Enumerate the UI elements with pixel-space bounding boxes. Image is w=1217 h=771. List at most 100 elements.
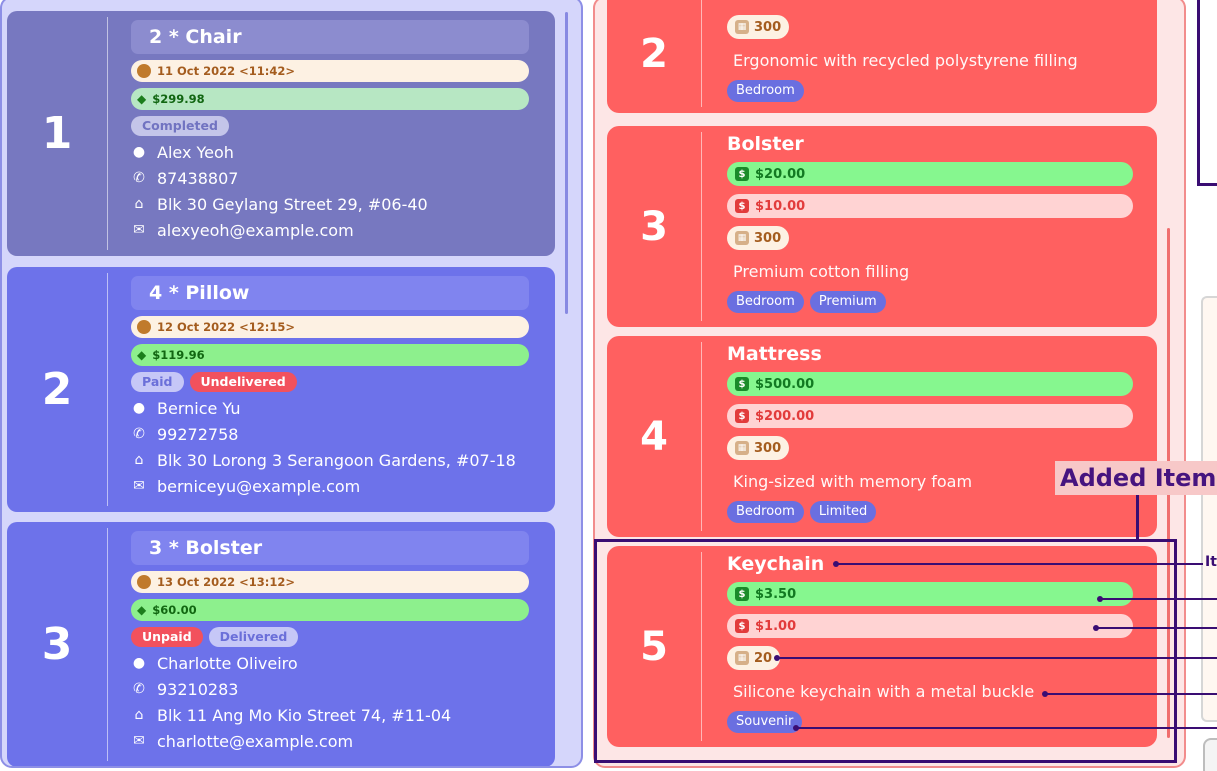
item-index: 3 [640, 203, 668, 250]
item-divider [701, 342, 702, 531]
order-price: ◆ $299.98 [131, 88, 529, 110]
price-tag-icon: ◆ [137, 348, 147, 362]
order-index: 1 [41, 108, 73, 159]
price-tag-icon: ◆ [137, 603, 147, 617]
customer-address: ⌂ Blk 30 Geylang Street 29, #06-40 [131, 194, 529, 214]
item-body: Bolster $ $20.00 $ $10.00 ▦ 300 Premium … [727, 132, 1133, 313]
annotation-line-quantity [777, 657, 1217, 659]
item-card[interactable]: 2 ▦ 300 Ergonomic with recycled polystyr… [607, 0, 1157, 113]
annotation-line-sell [1100, 598, 1217, 600]
order-body: 3 * Bolster 13 Oct 2022 <13:12> ◆ $60.00… [131, 531, 529, 751]
quantity-icon: ▦ [735, 231, 749, 245]
email-icon: ✉ [133, 478, 145, 494]
item-sell-price: $ $20.00 [727, 162, 1133, 186]
item-tag: Limited [809, 501, 877, 523]
customer-email: ✉ charlotte@example.com [131, 731, 529, 751]
order-divider [107, 528, 108, 761]
order-index: 3 [41, 619, 73, 670]
customer-phone: ✆ 99272758 [131, 424, 529, 444]
item-tag: Bedroom [727, 291, 804, 313]
added-item-highlight [594, 539, 1177, 763]
item-sell-price-text: $500.00 [755, 376, 815, 392]
phone-icon: ✆ [133, 170, 145, 186]
quantity-icon: ▦ [735, 20, 749, 34]
order-price: ◆ $60.00 [131, 599, 529, 621]
order-index: 2 [41, 364, 73, 415]
added-item-label: Added Item [1055, 461, 1217, 495]
order-title: 3 * Bolster [131, 531, 529, 565]
annotation-dot [1093, 625, 1099, 631]
item-quantity: ▦ 300 [727, 436, 790, 460]
person-icon: ● [132, 400, 146, 416]
customer-address: ⌂ Blk 11 Ang Mo Kio Street 74, #11-04 [131, 705, 529, 725]
customer-name-text: Bernice Yu [157, 398, 241, 418]
right-panel-button[interactable] [1203, 738, 1217, 771]
home-icon: ⌂ [134, 707, 144, 723]
order-price-text: $60.00 [152, 603, 197, 617]
customer-email: ✉ berniceyu@example.com [131, 476, 529, 496]
sell-price-icon: $ [735, 377, 749, 391]
customer-address: ⌂ Blk 30 Lorong 3 Serangoon Gardens, #07… [131, 450, 529, 470]
price-tag-icon: ◆ [137, 92, 147, 106]
item-cost-price: $ $200.00 [727, 404, 1133, 428]
customer-name: ● Bernice Yu [131, 398, 529, 418]
order-list-panel: 1 2 * Chair 11 Oct 2022 <11:42> ◆ $299.9… [0, 0, 583, 768]
item-description: Premium cotton filling [733, 262, 910, 281]
order-price-text: $299.98 [152, 92, 205, 106]
order-price-text: $119.96 [152, 348, 205, 362]
order-divider [107, 17, 108, 250]
item-quantity-text: 300 [754, 440, 782, 456]
cost-price-icon: $ [735, 199, 749, 213]
home-icon: ⌂ [134, 452, 144, 468]
item-cost-price: $ $10.00 [727, 194, 1133, 218]
status-badge-delivered: Delivered [208, 627, 299, 647]
clock-icon [137, 320, 151, 334]
customer-email: ✉ alexyeoh@example.com [131, 220, 529, 240]
annotation-line-cost [1096, 627, 1217, 629]
item-index: 4 [640, 413, 668, 460]
phone-icon: ✆ [133, 426, 145, 442]
item-quantity: ▦ 300 [727, 15, 790, 39]
status-badge-unpaid: Unpaid [131, 627, 203, 647]
person-icon: ● [132, 655, 146, 671]
item-tag: Premium [809, 291, 886, 313]
clock-icon [137, 575, 151, 589]
item-tag: Bedroom [727, 501, 804, 523]
order-date: 11 Oct 2022 <11:42> [131, 60, 529, 82]
item-index: 2 [640, 30, 668, 77]
order-card[interactable]: 2 4 * Pillow 12 Oct 2022 <12:15> ◆ $119.… [7, 267, 555, 512]
sell-price-icon: $ [735, 167, 749, 181]
cost-price-icon: $ [735, 409, 749, 423]
order-date-text: 11 Oct 2022 <11:42> [157, 64, 295, 78]
order-date: 12 Oct 2022 <12:15> [131, 316, 529, 338]
order-title: 4 * Pillow [131, 276, 529, 310]
annotation-line-tags [796, 727, 1217, 729]
home-icon: ⌂ [134, 196, 144, 212]
item-card[interactable]: 3 Bolster $ $20.00 $ $10.00 ▦ 300 Premiu… [607, 126, 1157, 327]
order-body: 2 * Chair 11 Oct 2022 <11:42> ◆ $299.98 … [131, 20, 529, 240]
item-body: ▦ 300 Ergonomic with recycled polystyren… [727, 14, 1133, 102]
email-icon: ✉ [133, 222, 145, 238]
order-list-scrollbar[interactable] [565, 12, 568, 314]
order-body: 4 * Pillow 12 Oct 2022 <12:15> ◆ $119.96… [131, 276, 529, 496]
customer-address-text: Blk 30 Geylang Street 29, #06-40 [157, 194, 428, 214]
item-body: Mattress $ $500.00 $ $200.00 ▦ 300 King-… [727, 342, 1133, 523]
quantity-icon: ▦ [735, 441, 749, 455]
person-icon: ● [132, 144, 146, 160]
app-window: 1 2 * Chair 11 Oct 2022 <11:42> ◆ $299.9… [0, 0, 1217, 771]
item-card[interactable]: 4 Mattress $ $500.00 $ $200.00 ▦ 300 Kin… [607, 336, 1157, 537]
annotation-dot [1097, 596, 1103, 602]
customer-email-text: berniceyu@example.com [157, 476, 361, 496]
item-tags: Bedroom Limited [727, 501, 1133, 523]
order-date-text: 12 Oct 2022 <12:15> [157, 320, 295, 334]
order-card[interactable]: 1 2 * Chair 11 Oct 2022 <11:42> ◆ $299.9… [7, 11, 555, 256]
customer-address-text: Blk 30 Lorong 3 Serangoon Gardens, #07-1… [157, 450, 516, 470]
customer-address-text: Blk 11 Ang Mo Kio Street 74, #11-04 [157, 705, 452, 725]
customer-phone-text: 99272758 [157, 424, 239, 444]
phone-icon: ✆ [133, 681, 145, 697]
status-badge-undelivered: Undelivered [189, 372, 297, 392]
item-quantity-text: 300 [754, 230, 782, 246]
customer-phone-text: 93210283 [157, 679, 239, 699]
customer-phone-text: 87438807 [157, 168, 239, 188]
order-card[interactable]: 3 3 * Bolster 13 Oct 2022 <13:12> ◆ $60.… [7, 522, 555, 766]
